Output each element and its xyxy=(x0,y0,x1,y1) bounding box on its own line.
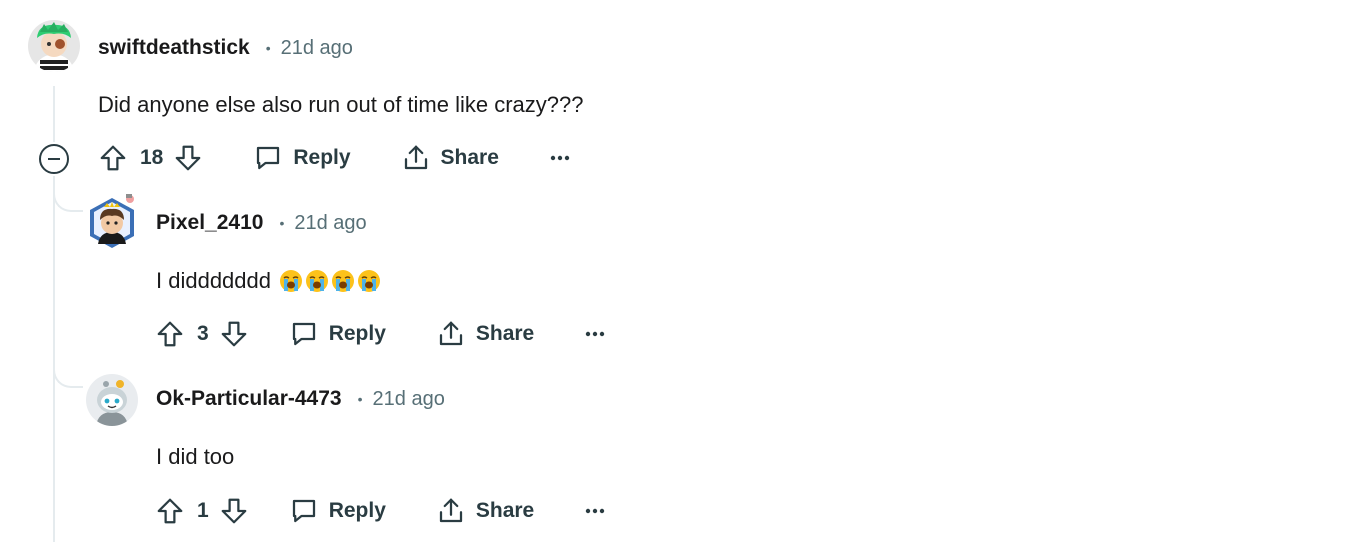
comment-icon xyxy=(289,319,319,349)
username[interactable]: Ok-Particular-4473 xyxy=(156,387,342,411)
comment-meta: swiftdeathstick • 21d ago xyxy=(98,36,353,60)
vote-count: 1 xyxy=(197,499,209,522)
share-button[interactable]: Share xyxy=(436,319,534,349)
timestamp[interactable]: 21d ago xyxy=(294,212,366,235)
loudly-crying-face-icon xyxy=(305,269,329,293)
reply-connector xyxy=(53,366,83,388)
thread-line[interactable] xyxy=(53,176,55,542)
username[interactable]: Pixel_2410 xyxy=(156,211,263,235)
comment-text: I did too xyxy=(156,444,235,469)
username[interactable]: swiftdeathstick xyxy=(98,36,250,60)
comment-thread: swiftdeathstick • 21d ago Did anyone els… xyxy=(0,0,1366,542)
reply-connector xyxy=(53,190,83,212)
collapse-thread-button[interactable] xyxy=(39,144,69,174)
comment-actions: 1 Reply Share xyxy=(155,493,606,529)
minus-icon xyxy=(48,158,60,160)
loudly-crying-face-icon xyxy=(279,269,303,293)
share-label: Share xyxy=(440,146,499,169)
share-icon xyxy=(436,496,466,526)
share-icon xyxy=(401,143,431,173)
vote-count: 18 xyxy=(140,146,164,169)
downvote-icon[interactable] xyxy=(219,319,249,349)
comment-meta: Ok-Particular-4473 • 21d ago xyxy=(156,387,445,411)
share-label: Share xyxy=(475,322,535,345)
separator-dot: • xyxy=(279,215,285,231)
timestamp[interactable]: 21d ago xyxy=(373,388,445,411)
thread-line[interactable] xyxy=(53,86,55,142)
reply-button[interactable]: Reply xyxy=(253,143,351,173)
more-options-icon[interactable] xyxy=(549,154,571,162)
avatar[interactable] xyxy=(86,374,138,426)
avatar-image xyxy=(90,194,134,248)
upvote-icon[interactable] xyxy=(98,143,128,173)
more-options-icon[interactable] xyxy=(584,330,606,338)
avatar[interactable] xyxy=(86,194,138,248)
reply-button[interactable]: Reply xyxy=(289,319,386,349)
share-label: Share xyxy=(475,499,535,522)
separator-dot: • xyxy=(357,391,363,407)
comment-actions: 18 Reply Share xyxy=(98,140,571,176)
comment-meta: Pixel_2410 • 21d ago xyxy=(156,211,367,235)
comment-text: I diddddddd xyxy=(156,268,271,293)
reply-label: Reply xyxy=(328,499,386,522)
share-button[interactable]: Share xyxy=(436,496,534,526)
avatar[interactable] xyxy=(28,20,80,72)
comment-icon xyxy=(289,496,319,526)
timestamp[interactable]: 21d ago xyxy=(281,37,353,60)
comment-body: I diddddddd xyxy=(156,267,381,295)
comment-text: Did anyone else also run out of time lik… xyxy=(98,92,584,117)
share-icon xyxy=(436,319,466,349)
reply-label: Reply xyxy=(328,322,386,345)
upvote-icon[interactable] xyxy=(155,496,185,526)
comment-icon xyxy=(253,143,283,173)
loudly-crying-face-icon xyxy=(331,269,355,293)
avatar-image xyxy=(28,20,80,72)
upvote-icon[interactable] xyxy=(155,319,185,349)
share-button[interactable]: Share xyxy=(401,143,499,173)
loudly-crying-face-icon xyxy=(357,269,381,293)
separator-dot: • xyxy=(265,40,271,56)
comment-actions: 3 Reply Share xyxy=(155,316,606,352)
vote-count: 3 xyxy=(197,322,209,345)
reply-button[interactable]: Reply xyxy=(289,496,386,526)
avatar-image xyxy=(86,374,138,426)
reply-label: Reply xyxy=(293,146,351,169)
downvote-icon[interactable] xyxy=(219,496,249,526)
downvote-icon[interactable] xyxy=(173,143,203,173)
more-options-icon[interactable] xyxy=(584,507,606,515)
